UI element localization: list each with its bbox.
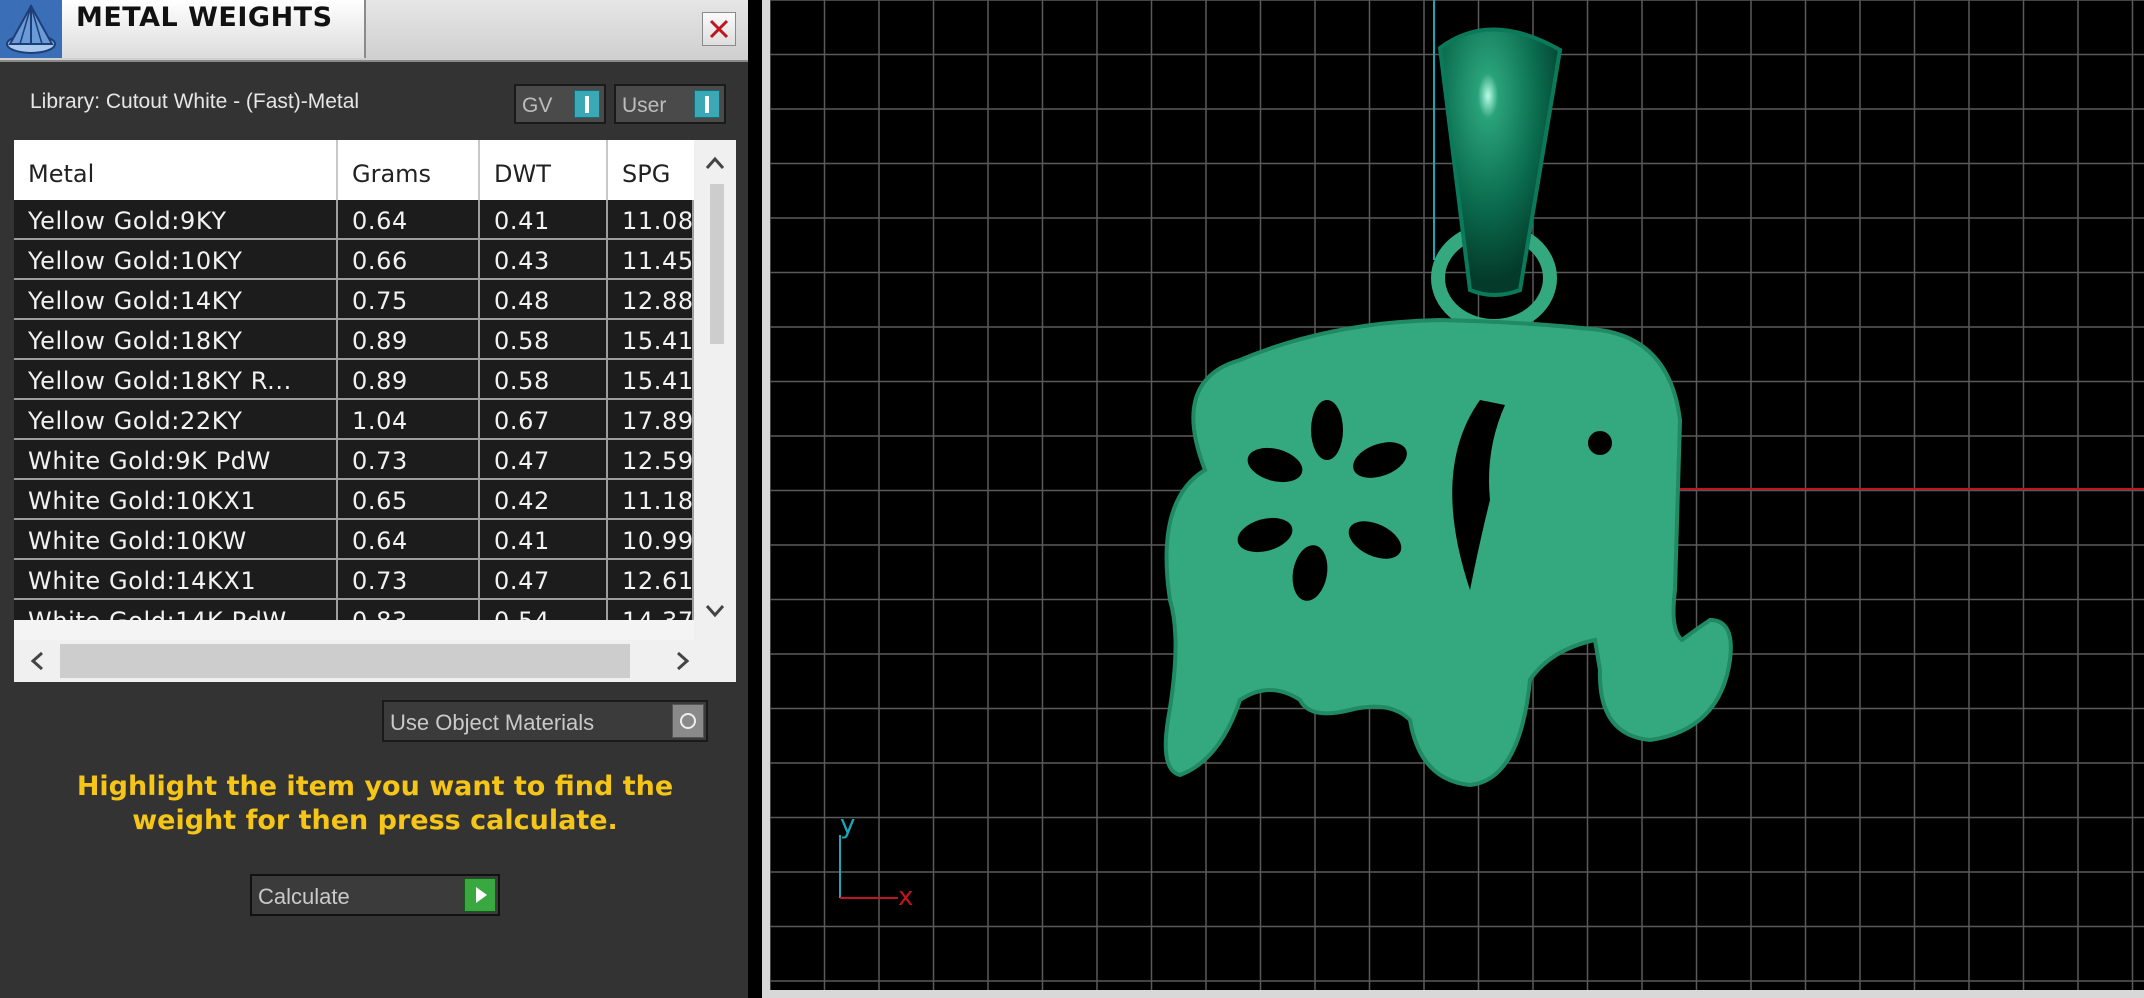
user-toggle[interactable]: User — [614, 84, 726, 124]
cell-metal: White Gold:10KX1 — [14, 480, 338, 520]
table-row[interactable]: Yellow Gold:22KY 1.04 0.67 17.89 — [14, 400, 694, 440]
title-bar: METAL WEIGHTS — [0, 0, 748, 62]
cell-grams: 0.89 — [338, 360, 480, 400]
cell-spg: 11.45 — [608, 240, 694, 280]
cell-spg: 15.41 — [608, 320, 694, 360]
use-object-materials-label: Use Object Materials — [390, 710, 595, 735]
table-row[interactable]: Yellow Gold:18KY R... 0.89 0.58 15.41 — [14, 360, 694, 400]
user-toggle-label: User — [622, 94, 667, 117]
gv-toggle-switch[interactable] — [574, 90, 600, 118]
table-header: Metal Grams DWT SPG — [14, 140, 694, 200]
calculate-button[interactable]: Calculate — [250, 874, 500, 916]
table-row[interactable]: Yellow Gold:14KY 0.75 0.48 12.88 — [14, 280, 694, 320]
cell-spg: 14.37 — [608, 600, 694, 620]
3d-viewport[interactable]: y x — [762, 0, 2144, 998]
cell-metal: Yellow Gold:9KY — [14, 200, 338, 240]
cell-grams: 0.64 — [338, 200, 480, 240]
use-object-materials-toggle[interactable]: Use Object Materials — [382, 700, 708, 742]
table-row[interactable]: Yellow Gold:18KY 0.89 0.58 15.41 — [14, 320, 694, 360]
cell-grams: 0.75 — [338, 280, 480, 320]
cell-grams: 0.65 — [338, 480, 480, 520]
close-button[interactable] — [702, 12, 736, 46]
scroll-down-icon[interactable] — [694, 594, 736, 634]
column-header-spg[interactable]: SPG — [608, 140, 694, 200]
axis-y-label: y — [840, 810, 855, 840]
cell-spg: 10.99 — [608, 520, 694, 560]
metal-table: Metal Grams DWT SPG Yellow Gold:9KY 0.64 0… — [14, 140, 736, 682]
cell-grams: 0.89 — [338, 320, 480, 360]
cell-spg: 12.88 — [608, 280, 694, 320]
cell-grams: 0.73 — [338, 440, 480, 480]
cell-metal: Yellow Gold:18KY — [14, 320, 338, 360]
cell-spg: 11.08 — [608, 200, 694, 240]
instruction-text: Highlight the item you want to find the … — [76, 771, 674, 836]
gv-toggle-label: GV — [522, 94, 553, 117]
table-row[interactable]: White Gold:14KX1 0.73 0.47 12.61 — [14, 560, 694, 600]
cell-dwt: 0.43 — [480, 240, 608, 280]
table-row[interactable]: White Gold:14K PdW0.830.5414.37 — [14, 600, 694, 620]
gv-toggle[interactable]: GV — [514, 84, 606, 124]
cell-grams: 1.04 — [338, 400, 480, 440]
table-body: Yellow Gold:9KY 0.64 0.41 11.08 Yellow Gold:… — [14, 200, 694, 620]
cell-dwt: 0.47 — [480, 560, 608, 600]
metal-weights-panel: METAL WEIGHTS Library: Cutout White - (F… — [0, 0, 748, 998]
user-toggle-switch[interactable] — [694, 90, 720, 118]
column-header-metal[interactable]: Metal — [14, 140, 338, 200]
cell-metal: White Gold:14KX1 — [14, 560, 338, 600]
column-header-grams[interactable]: Grams — [338, 140, 480, 200]
vertical-scrollbar[interactable] — [694, 140, 736, 640]
cell-grams: 0.73 — [338, 560, 480, 600]
cell-grams: 0.64 — [338, 520, 480, 560]
cell-grams: 0.83 — [338, 600, 480, 620]
cell-dwt: 0.41 — [480, 200, 608, 240]
cell-dwt: 0.54 — [480, 600, 608, 620]
cell-metal: Yellow Gold:10KY — [14, 240, 338, 280]
cell-metal: Yellow Gold:18KY R... — [14, 360, 338, 400]
cell-metal: White Gold:9K PdW — [14, 440, 338, 480]
close-icon — [709, 19, 729, 39]
table-row[interactable]: White Gold:10KX1 0.65 0.42 11.18 — [14, 480, 694, 520]
cell-dwt: 0.58 — [480, 320, 608, 360]
cell-dwt: 0.48 — [480, 280, 608, 320]
cell-metal: White Gold:10KW — [14, 520, 338, 560]
vertical-scroll-thumb[interactable] — [710, 184, 724, 344]
window-title: METAL WEIGHTS — [76, 2, 333, 33]
cell-metal: Yellow Gold:14KY — [14, 280, 338, 320]
horizontal-scroll-thumb[interactable] — [60, 644, 630, 678]
scroll-left-icon[interactable] — [18, 640, 58, 682]
cell-spg: 17.89 — [608, 400, 694, 440]
cell-grams: 0.66 — [338, 240, 480, 280]
cell-dwt: 0.58 — [480, 360, 608, 400]
axis-x-label: x — [898, 882, 913, 912]
cell-spg: 11.18 — [608, 480, 694, 520]
cell-dwt: 0.42 — [480, 480, 608, 520]
horizontal-scrollbar[interactable] — [14, 640, 736, 682]
cell-dwt: 0.41 — [480, 520, 608, 560]
table-row[interactable]: White Gold:10KW 0.64 0.41 10.99 — [14, 520, 694, 560]
cell-metal: Yellow Gold:22KY — [14, 400, 338, 440]
table-row[interactable]: White Gold:9K PdW 0.73 0.47 12.59 — [14, 440, 694, 480]
play-arrow-icon[interactable] — [464, 878, 496, 912]
library-label: Library: Cutout White - (Fast)-Metal — [30, 90, 360, 113]
app-logo-icon — [0, 0, 62, 58]
scroll-up-icon[interactable] — [694, 146, 736, 186]
table-row[interactable]: Yellow Gold:9KY 0.64 0.41 11.08 — [14, 200, 694, 240]
cell-metal: White Gold:14K PdW — [14, 600, 338, 620]
use-object-materials-radio-icon[interactable] — [672, 704, 704, 738]
cell-spg: 15.41 — [608, 360, 694, 400]
table-row[interactable]: Yellow Gold:10KY 0.66 0.43 11.45 — [14, 240, 694, 280]
cell-dwt: 0.47 — [480, 440, 608, 480]
cell-dwt: 0.67 — [480, 400, 608, 440]
cell-spg: 12.59 — [608, 440, 694, 480]
calculate-label: Calculate — [258, 884, 350, 909]
column-header-dwt[interactable]: DWT — [480, 140, 608, 200]
viewport-canvas[interactable]: y x — [770, 0, 2144, 990]
cell-spg: 12.61 — [608, 560, 694, 600]
scroll-right-icon[interactable] — [662, 640, 702, 682]
